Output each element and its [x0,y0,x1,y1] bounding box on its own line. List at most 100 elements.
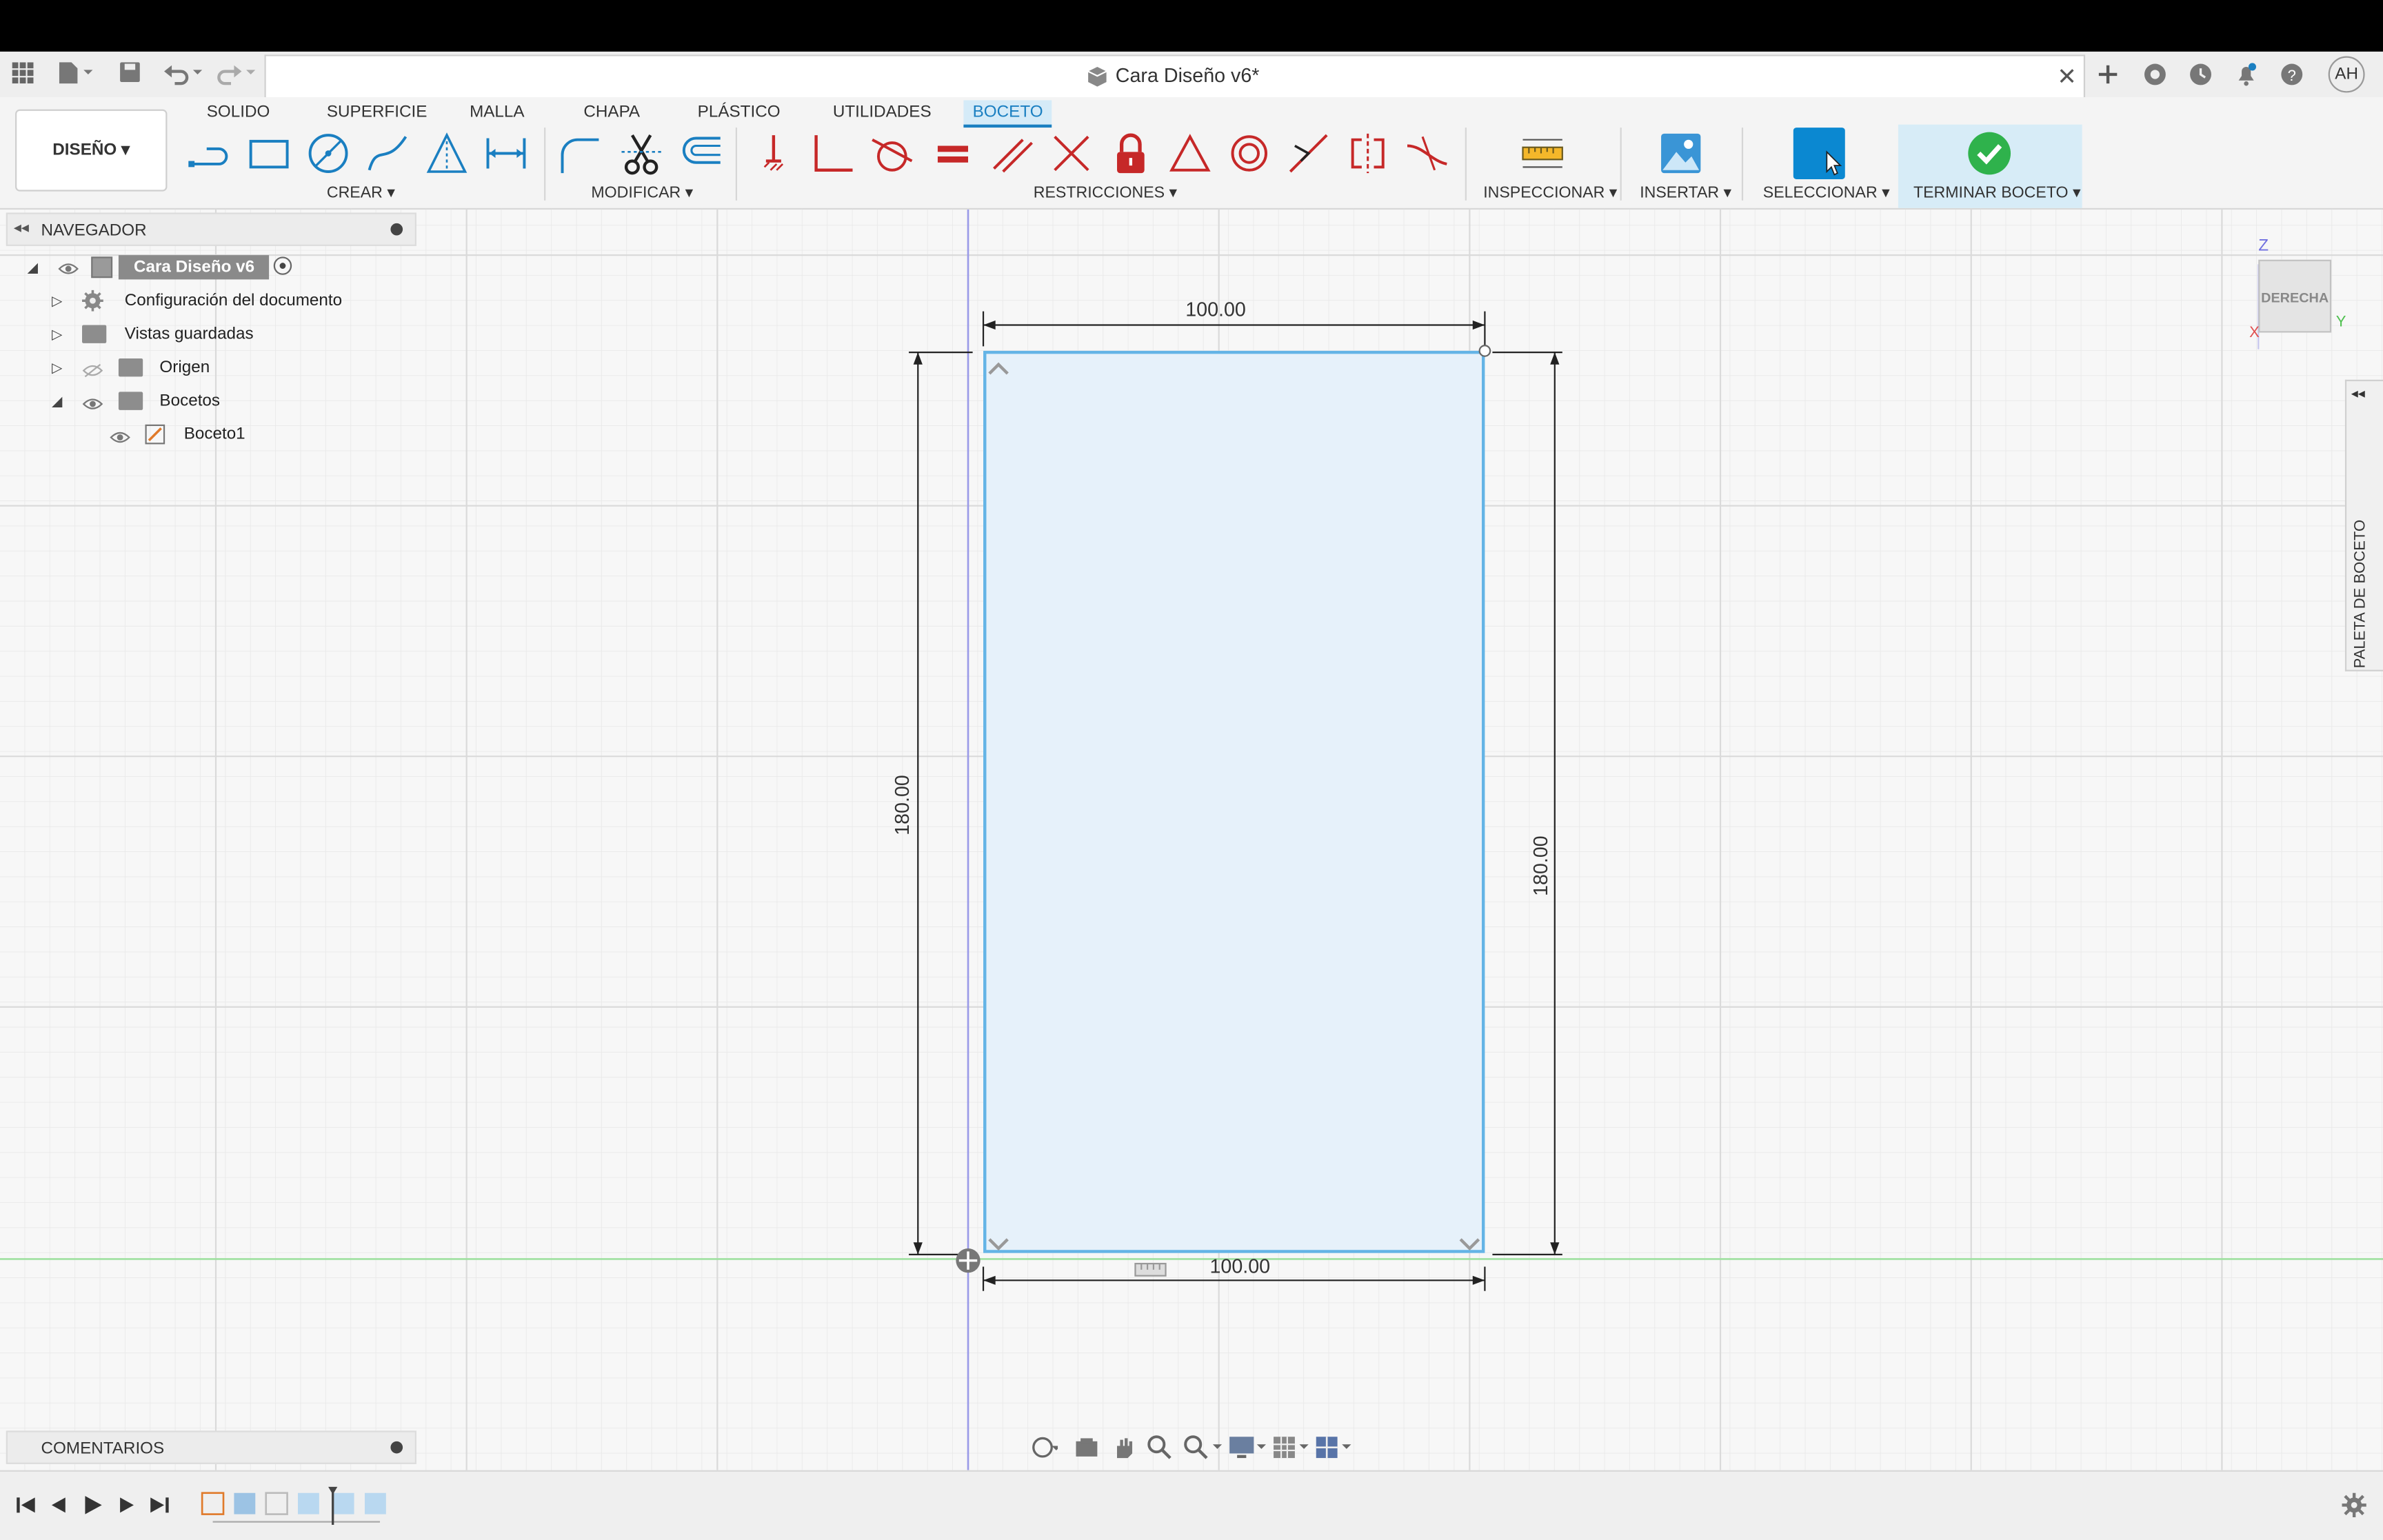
browser-item-sketch1[interactable]: Boceto1 [106,421,288,448]
coincident-constraint-icon[interactable] [751,130,796,176]
sketch-icon [143,422,167,446]
display-settings-icon[interactable] [1228,1434,1267,1461]
look-at-icon[interactable] [1073,1434,1100,1461]
timeline-settings-gear-icon[interactable] [2340,1492,2368,1519]
rectangle-tool-icon[interactable] [246,130,292,176]
perpendicular-constraint-icon[interactable] [810,130,856,176]
play-icon[interactable] [79,1492,107,1519]
browser-item-document-settings[interactable]: ▷ Configuración del documento [52,287,356,314]
step-back-icon[interactable] [46,1492,73,1519]
browser-panel-header[interactable]: ◂◂ NAVEGADOR [6,212,416,246]
job-status-icon[interactable] [2189,62,2213,86]
pan-hand-icon[interactable] [1109,1434,1137,1461]
timeline-features[interactable] [198,1486,396,1528]
user-avatar[interactable]: AH [2328,56,2365,93]
add-comment-icon[interactable] [390,1441,403,1454]
symmetric-constraint-icon[interactable] [1345,130,1391,176]
expand-triangle-icon[interactable]: ◢ [28,254,38,281]
constraints-menu[interactable]: RESTRICCIONES ▾ [1034,184,1177,202]
axis-x-label: X [2249,325,2260,342]
inspect-menu[interactable]: INSPECCIONAR ▾ [1483,184,1617,202]
modify-menu[interactable]: MODIFICAR ▾ [591,184,693,202]
create-menu[interactable]: CREAR ▾ [327,184,395,202]
equal-constraint-icon[interactable] [930,130,976,176]
fix-lock-icon[interactable] [1108,130,1154,176]
tab-solid[interactable]: SOLIDO [207,100,270,124]
expand-triangle-icon[interactable]: ▷ [52,354,62,381]
line-tool-icon[interactable] [185,130,231,176]
tab-surface[interactable]: SUPERFICIE [327,100,428,124]
concentric-constraint-icon[interactable] [1227,130,1272,176]
panel-pin-icon[interactable] [390,223,403,236]
expand-triangle-icon[interactable]: ◢ [52,387,62,415]
browser-item-sketches[interactable]: ◢ Bocetos [52,387,356,415]
offset-tool-icon[interactable] [678,130,723,176]
visibility-eye-icon[interactable] [82,394,103,409]
measure-ruler-icon[interactable] [1520,130,1565,176]
insert-menu[interactable]: INSERTAR ▾ [1640,184,1731,202]
sketch-dimension-icon[interactable] [483,130,529,176]
expand-palette-icon[interactable]: ◂◂ [2351,386,2365,403]
workspace-switcher[interactable]: DISEÑO ▾ [15,109,168,192]
select-menu[interactable]: SELECCIONAR ▾ [1763,184,1890,202]
collapse-arrow-icon[interactable]: ◂◂ [14,220,29,236]
tangent-constraint-icon[interactable] [869,130,915,176]
step-forward-icon[interactable] [112,1492,140,1519]
midpoint-constraint-icon[interactable] [1286,130,1331,176]
orbit-icon[interactable] [1030,1434,1061,1461]
browser-item-origin[interactable]: ▷ Origen [52,354,356,381]
viewcube-face[interactable]: DERECHA [2258,259,2332,333]
symmetry-triangle-icon[interactable] [1167,130,1213,176]
tab-sketch[interactable]: BOCETO [963,100,1052,128]
insert-image-icon[interactable] [1658,130,1704,176]
select-tool-icon[interactable] [1793,128,1845,179]
curvature-constraint-icon[interactable] [1405,130,1450,176]
comments-panel-header[interactable]: COMENTARIOS [6,1430,416,1464]
active-radio-icon[interactable] [273,256,292,275]
go-to-start-icon[interactable] [12,1492,40,1519]
tab-sheet-metal[interactable]: CHAPA [583,100,640,124]
close-tab-icon[interactable] [2058,65,2075,83]
expand-triangle-icon[interactable]: ▷ [52,321,62,348]
go-to-end-icon[interactable] [146,1492,174,1519]
checkmark-icon[interactable] [1967,130,2012,176]
sketch-canvas[interactable]: 100.00 100.00 180.00 180.00 DERECHA Z X … [0,210,2383,1470]
tab-plastic[interactable]: PLÁSTICO [698,100,781,124]
viewports-icon[interactable] [1315,1434,1351,1461]
redo-icon[interactable] [216,61,259,85]
fillet-tool-icon[interactable] [556,130,602,176]
collinear-constraint-icon[interactable] [1049,130,1094,176]
grid-settings-icon[interactable] [1272,1434,1309,1461]
dimension-top[interactable]: 100.00 [1185,298,1246,321]
tab-utilities[interactable]: UTILIDADES [833,100,932,124]
zoom-icon[interactable] [1146,1434,1174,1461]
file-menu-icon[interactable] [57,61,96,85]
undo-icon[interactable] [163,61,205,85]
data-panel-icon[interactable] [12,62,34,84]
root-component-label[interactable]: Cara Diseño v6 [118,255,270,280]
help-icon[interactable]: ? [2280,62,2304,86]
dimension-bottom[interactable]: 100.00 [1209,1255,1270,1277]
dimension-right[interactable]: 180.00 [1529,835,1551,896]
notifications-icon[interactable] [2234,62,2258,86]
origin-point-icon[interactable] [954,1247,982,1275]
dimension-left[interactable]: 180.00 [891,775,914,835]
folder-icon [118,358,143,377]
fit-zoom-icon[interactable] [1183,1434,1223,1461]
parallel-constraint-icon[interactable] [989,130,1035,176]
polygon-tool-icon[interactable] [424,130,470,176]
visibility-eye-icon[interactable] [58,259,79,274]
tab-mesh[interactable]: MALLA [470,100,525,124]
trim-scissors-icon[interactable] [619,130,664,176]
extensions-icon[interactable] [2143,62,2167,86]
visibility-eye-icon[interactable] [110,427,131,443]
hidden-eye-icon[interactable] [82,360,103,378]
browser-item-saved-views[interactable]: ▷ Vistas guardadas [52,321,356,348]
save-icon[interactable] [119,61,143,85]
finish-sketch-menu[interactable]: TERMINAR BOCETO ▾ [1913,184,2081,202]
circle-tool-icon[interactable] [305,130,351,176]
new-tab-icon[interactable] [2098,64,2119,85]
expand-triangle-icon[interactable]: ▷ [52,287,62,314]
browser-root-row[interactable]: ◢ Cara Diseño v6 [28,254,301,281]
arc-tool-icon[interactable] [365,130,410,176]
